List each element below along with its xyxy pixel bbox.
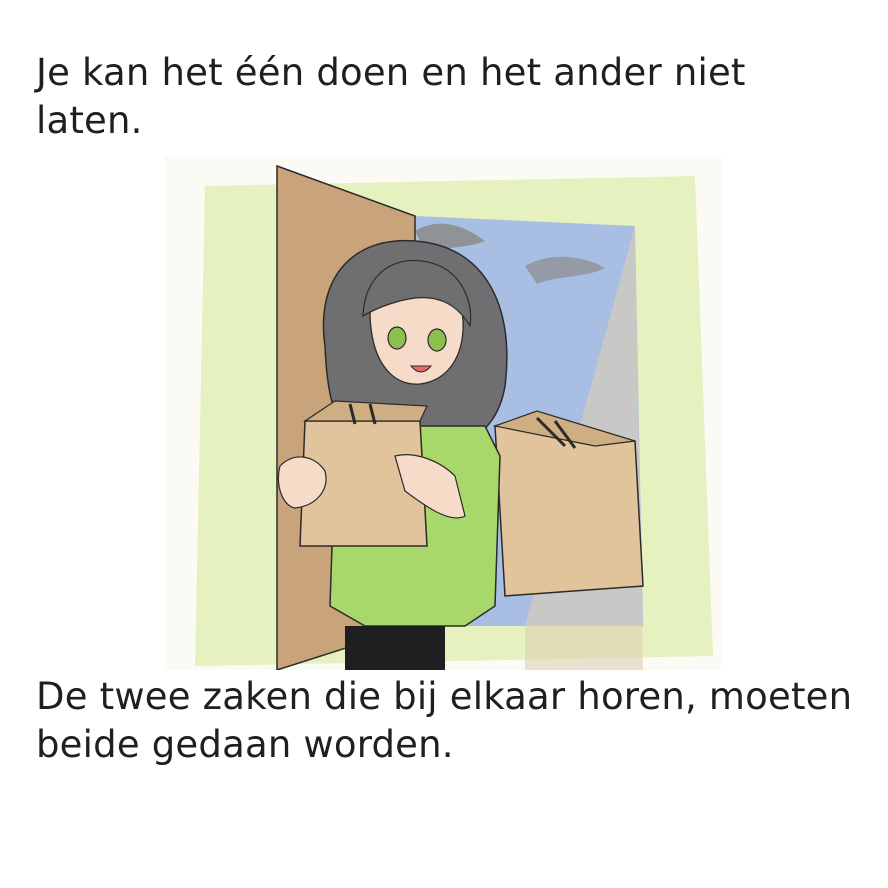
eye-left [387, 326, 407, 350]
caption-top: Je kan het één doen en het ander niet la… [36, 51, 746, 142]
eye-right [427, 328, 447, 352]
illustration [165, 156, 721, 670]
caption-bottom: De twee zaken die bij elkaar horen, moet… [36, 675, 853, 766]
girl-carrying-boxes-drawing-icon [165, 156, 721, 670]
legs [345, 626, 445, 670]
box-right [494, 425, 644, 597]
